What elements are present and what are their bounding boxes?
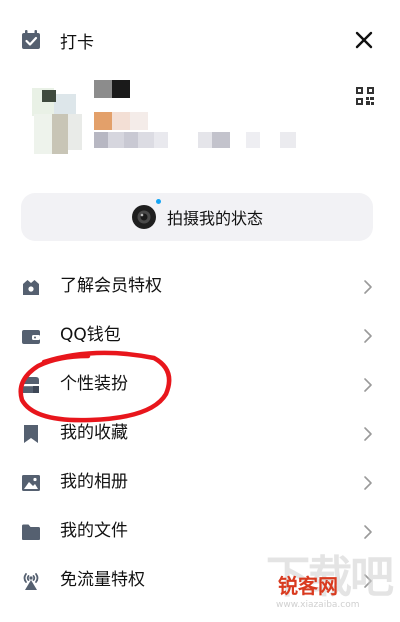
calendar-check-icon — [22, 30, 40, 49]
chevron-right-icon — [364, 329, 372, 343]
signal-tower-icon — [23, 573, 39, 590]
menu-item-qq-wallet[interactable]: QQ钱包 — [0, 311, 400, 360]
menu-item-free-data[interactable]: 免流量特权 — [0, 556, 400, 605]
chevron-right-icon — [364, 574, 372, 588]
qr-code-icon[interactable] — [356, 87, 374, 105]
vip-crown-icon — [23, 280, 39, 295]
avatar[interactable] — [28, 84, 86, 156]
chevron-right-icon — [364, 525, 372, 539]
menu-item-label: QQ钱包 — [60, 325, 121, 345]
profile-info-blurred — [94, 112, 296, 148]
folder-icon — [22, 524, 40, 540]
wallet-icon — [22, 330, 40, 344]
menu-item-favorites[interactable]: 我的收藏 — [0, 409, 400, 458]
close-icon[interactable] — [350, 26, 378, 54]
chevron-right-icon — [364, 427, 372, 441]
menu-item-photo-album[interactable]: 我的相册 — [0, 458, 400, 507]
menu-item-vip-privileges[interactable]: 了解会员特权 — [0, 262, 400, 311]
menu-item-my-files[interactable]: 我的文件 — [0, 507, 400, 556]
menu-item-dress-up[interactable]: 个性装扮 — [0, 360, 400, 409]
dress-up-icon — [23, 377, 39, 393]
menu-item-label: 了解会员特权 — [60, 276, 162, 296]
top-bar: 打卡 — [0, 20, 400, 60]
checkin-label: 打卡 — [60, 32, 94, 53]
capture-status-label: 拍摄我的状态 — [166, 209, 263, 228]
chevron-right-icon — [364, 476, 372, 490]
bookmark-icon — [24, 425, 38, 443]
photo-album-icon — [22, 475, 40, 491]
nickname-blurred — [94, 80, 130, 98]
checkin-button[interactable]: 打卡 — [20, 28, 94, 53]
menu-item-label: 我的相册 — [60, 472, 128, 492]
chevron-right-icon — [364, 280, 372, 294]
camera-icon — [131, 205, 156, 229]
menu-item-label: 我的收藏 — [60, 423, 128, 443]
menu-item-label: 免流量特权 — [60, 570, 145, 590]
chevron-right-icon — [364, 378, 372, 392]
menu-list: 了解会员特权 QQ钱包 个性装扮 我的收藏 我的相册 我的文件 免流量特权 — [0, 262, 400, 605]
menu-item-label: 我的文件 — [60, 521, 128, 541]
new-status-dot — [156, 199, 161, 204]
capture-status-button[interactable]: 拍摄我的状态 — [21, 193, 373, 241]
menu-item-label: 个性装扮 — [60, 374, 128, 394]
side-menu-panel: 打卡 拍摄我的状态 了解会员特权 QQ钱包 个性装扮 我的收藏 我的相册 我的文… — [0, 0, 400, 622]
